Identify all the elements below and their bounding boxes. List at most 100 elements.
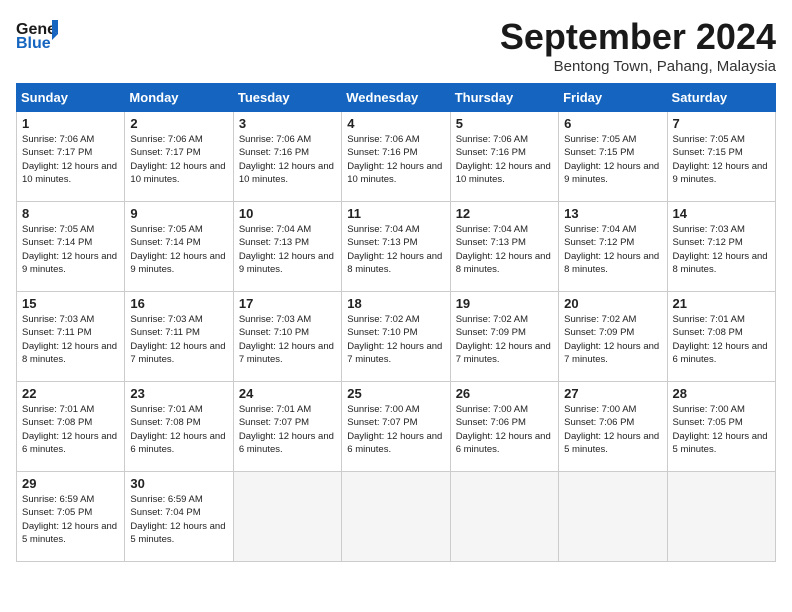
calendar-week-2: 8 Sunrise: 7:05 AM Sunset: 7:14 PM Dayli… [17,202,776,292]
col-tuesday: Tuesday [233,84,341,112]
day-info-10: Sunrise: 7:04 AM Sunset: 7:13 PM Dayligh… [239,223,336,276]
day-cell-24: 24 Sunrise: 7:01 AM Sunset: 7:07 PM Dayl… [233,382,341,472]
day-info-26: Sunrise: 7:00 AM Sunset: 7:06 PM Dayligh… [456,403,553,456]
day-number-1: 1 [22,116,119,131]
empty-cell [233,472,341,562]
day-cell-22: 22 Sunrise: 7:01 AM Sunset: 7:08 PM Dayl… [17,382,125,472]
day-number-11: 11 [347,206,444,221]
day-cell-9: 9 Sunrise: 7:05 AM Sunset: 7:14 PM Dayli… [125,202,233,292]
day-number-6: 6 [564,116,661,131]
day-number-16: 16 [130,296,227,311]
day-cell-8: 8 Sunrise: 7:05 AM Sunset: 7:14 PM Dayli… [17,202,125,292]
month-title: September 2024 [500,16,776,58]
day-info-16: Sunrise: 7:03 AM Sunset: 7:11 PM Dayligh… [130,313,227,366]
day-info-24: Sunrise: 7:01 AM Sunset: 7:07 PM Dayligh… [239,403,336,456]
col-monday: Monday [125,84,233,112]
day-info-23: Sunrise: 7:01 AM Sunset: 7:08 PM Dayligh… [130,403,227,456]
day-info-27: Sunrise: 7:00 AM Sunset: 7:06 PM Dayligh… [564,403,661,456]
day-cell-17: 17 Sunrise: 7:03 AM Sunset: 7:10 PM Dayl… [233,292,341,382]
day-cell-21: 21 Sunrise: 7:01 AM Sunset: 7:08 PM Dayl… [667,292,775,382]
day-cell-16: 16 Sunrise: 7:03 AM Sunset: 7:11 PM Dayl… [125,292,233,382]
day-cell-20: 20 Sunrise: 7:02 AM Sunset: 7:09 PM Dayl… [559,292,667,382]
day-number-4: 4 [347,116,444,131]
calendar-week-4: 22 Sunrise: 7:01 AM Sunset: 7:08 PM Dayl… [17,382,776,472]
day-info-30: Sunrise: 6:59 AM Sunset: 7:04 PM Dayligh… [130,493,227,546]
col-saturday: Saturday [667,84,775,112]
day-cell-26: 26 Sunrise: 7:00 AM Sunset: 7:06 PM Dayl… [450,382,558,472]
svg-text:Blue: Blue [16,35,51,52]
day-number-12: 12 [456,206,553,221]
day-info-12: Sunrise: 7:04 AM Sunset: 7:13 PM Dayligh… [456,223,553,276]
day-cell-19: 19 Sunrise: 7:02 AM Sunset: 7:09 PM Dayl… [450,292,558,382]
day-info-19: Sunrise: 7:02 AM Sunset: 7:09 PM Dayligh… [456,313,553,366]
day-info-22: Sunrise: 7:01 AM Sunset: 7:08 PM Dayligh… [22,403,119,456]
day-cell-28: 28 Sunrise: 7:00 AM Sunset: 7:05 PM Dayl… [667,382,775,472]
col-thursday: Thursday [450,84,558,112]
day-info-18: Sunrise: 7:02 AM Sunset: 7:10 PM Dayligh… [347,313,444,366]
day-info-25: Sunrise: 7:00 AM Sunset: 7:07 PM Dayligh… [347,403,444,456]
day-cell-1: 1 Sunrise: 7:06 AM Sunset: 7:17 PM Dayli… [17,112,125,202]
day-cell-14: 14 Sunrise: 7:03 AM Sunset: 7:12 PM Dayl… [667,202,775,292]
day-cell-12: 12 Sunrise: 7:04 AM Sunset: 7:13 PM Dayl… [450,202,558,292]
day-number-5: 5 [456,116,553,131]
day-number-8: 8 [22,206,119,221]
day-info-20: Sunrise: 7:02 AM Sunset: 7:09 PM Dayligh… [564,313,661,366]
day-info-15: Sunrise: 7:03 AM Sunset: 7:11 PM Dayligh… [22,313,119,366]
day-number-13: 13 [564,206,661,221]
day-number-20: 20 [564,296,661,311]
day-info-11: Sunrise: 7:04 AM Sunset: 7:13 PM Dayligh… [347,223,444,276]
day-cell-3: 3 Sunrise: 7:06 AM Sunset: 7:16 PM Dayli… [233,112,341,202]
day-cell-6: 6 Sunrise: 7:05 AM Sunset: 7:15 PM Dayli… [559,112,667,202]
day-cell-7: 7 Sunrise: 7:05 AM Sunset: 7:15 PM Dayli… [667,112,775,202]
day-number-2: 2 [130,116,227,131]
day-info-9: Sunrise: 7:05 AM Sunset: 7:14 PM Dayligh… [130,223,227,276]
day-info-29: Sunrise: 6:59 AM Sunset: 7:05 PM Dayligh… [22,493,119,546]
page-header: General Blue September 2024 Bentong Town… [16,16,776,75]
day-info-1: Sunrise: 7:06 AM Sunset: 7:17 PM Dayligh… [22,133,119,186]
day-number-19: 19 [456,296,553,311]
title-block: September 2024 Bentong Town, Pahang, Mal… [500,16,776,75]
calendar-week-3: 15 Sunrise: 7:03 AM Sunset: 7:11 PM Dayl… [17,292,776,382]
day-cell-29: 29 Sunrise: 6:59 AM Sunset: 7:05 PM Dayl… [17,472,125,562]
day-info-2: Sunrise: 7:06 AM Sunset: 7:17 PM Dayligh… [130,133,227,186]
day-info-13: Sunrise: 7:04 AM Sunset: 7:12 PM Dayligh… [564,223,661,276]
day-cell-2: 2 Sunrise: 7:06 AM Sunset: 7:17 PM Dayli… [125,112,233,202]
day-number-3: 3 [239,116,336,131]
col-friday: Friday [559,84,667,112]
day-info-7: Sunrise: 7:05 AM Sunset: 7:15 PM Dayligh… [673,133,770,186]
day-info-6: Sunrise: 7:05 AM Sunset: 7:15 PM Dayligh… [564,133,661,186]
day-cell-30: 30 Sunrise: 6:59 AM Sunset: 7:04 PM Dayl… [125,472,233,562]
day-cell-5: 5 Sunrise: 7:06 AM Sunset: 7:16 PM Dayli… [450,112,558,202]
day-number-26: 26 [456,386,553,401]
day-info-8: Sunrise: 7:05 AM Sunset: 7:14 PM Dayligh… [22,223,119,276]
day-cell-18: 18 Sunrise: 7:02 AM Sunset: 7:10 PM Dayl… [342,292,450,382]
day-number-21: 21 [673,296,770,311]
day-cell-11: 11 Sunrise: 7:04 AM Sunset: 7:13 PM Dayl… [342,202,450,292]
empty-cell [450,472,558,562]
day-number-18: 18 [347,296,444,311]
empty-cell [667,472,775,562]
day-number-24: 24 [239,386,336,401]
day-info-4: Sunrise: 7:06 AM Sunset: 7:16 PM Dayligh… [347,133,444,186]
location: Bentong Town, Pahang, Malaysia [500,58,776,75]
day-number-28: 28 [673,386,770,401]
day-number-10: 10 [239,206,336,221]
day-cell-23: 23 Sunrise: 7:01 AM Sunset: 7:08 PM Dayl… [125,382,233,472]
day-cell-27: 27 Sunrise: 7:00 AM Sunset: 7:06 PM Dayl… [559,382,667,472]
day-info-14: Sunrise: 7:03 AM Sunset: 7:12 PM Dayligh… [673,223,770,276]
day-number-14: 14 [673,206,770,221]
day-number-9: 9 [130,206,227,221]
calendar-header-row: Sunday Monday Tuesday Wednesday Thursday… [17,84,776,112]
col-sunday: Sunday [17,84,125,112]
logo-icon: General Blue [16,16,58,52]
day-info-21: Sunrise: 7:01 AM Sunset: 7:08 PM Dayligh… [673,313,770,366]
day-number-17: 17 [239,296,336,311]
calendar-week-1: 1 Sunrise: 7:06 AM Sunset: 7:17 PM Dayli… [17,112,776,202]
day-cell-10: 10 Sunrise: 7:04 AM Sunset: 7:13 PM Dayl… [233,202,341,292]
empty-cell [559,472,667,562]
day-cell-15: 15 Sunrise: 7:03 AM Sunset: 7:11 PM Dayl… [17,292,125,382]
day-number-27: 27 [564,386,661,401]
day-cell-25: 25 Sunrise: 7:00 AM Sunset: 7:07 PM Dayl… [342,382,450,472]
day-cell-13: 13 Sunrise: 7:04 AM Sunset: 7:12 PM Dayl… [559,202,667,292]
day-number-22: 22 [22,386,119,401]
